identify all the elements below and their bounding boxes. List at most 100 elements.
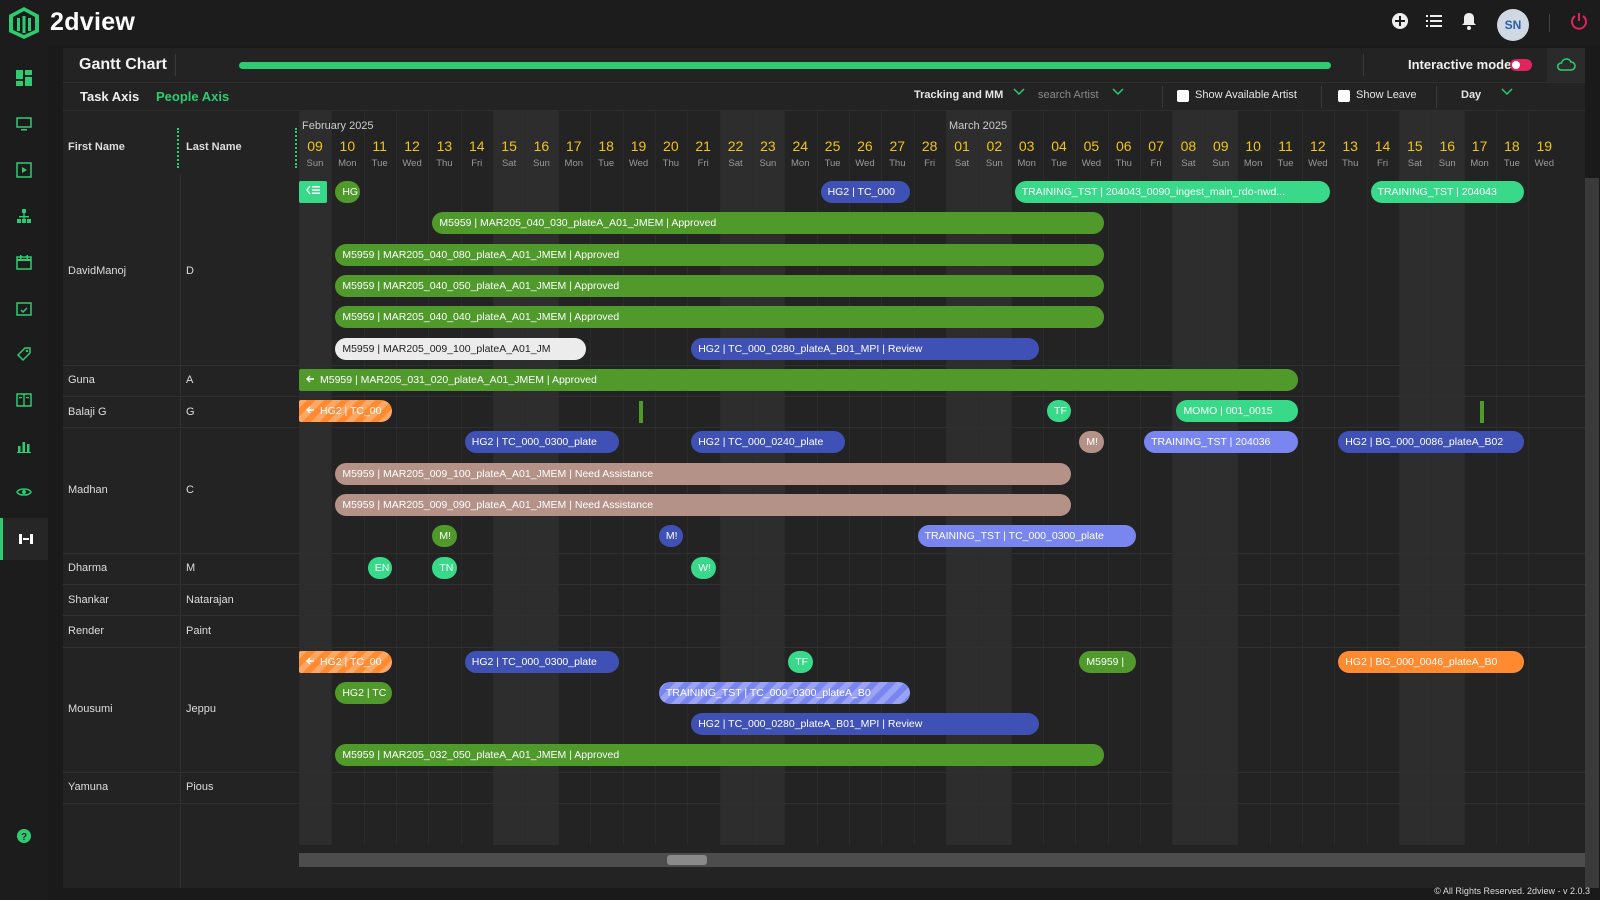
search-artist-input[interactable]: search Artist: [1038, 89, 1099, 101]
gantt-timeline[interactable]: 09 Sun 10 Mon 11 Tue 12 Wed 13 Thu 14 Fri 15 Sat 16 Sun…: [299, 110, 1585, 845]
tag-icon[interactable]: [0, 334, 48, 374]
artist-last-name: M: [186, 562, 196, 575]
chevron-down-icon[interactable]: [1501, 85, 1513, 100]
task-bar[interactable]: TF: [788, 650, 813, 673]
task-bar[interactable]: M5959 | MAR205_009_100_plateA_A01_JM: [335, 337, 587, 360]
vertical-scrollbar[interactable]: [1585, 178, 1599, 888]
day-name: Fri: [1377, 158, 1389, 169]
task-bar[interactable]: TN: [432, 556, 457, 579]
row-divider: [63, 552, 1585, 554]
task-bar[interactable]: HG2 | TC: [335, 681, 393, 704]
add-icon[interactable]: [1389, 12, 1411, 34]
column-resize-handle[interactable]: [177, 128, 179, 168]
tab-task-axis[interactable]: Task Axis: [80, 89, 139, 104]
day-name: Mon: [1243, 158, 1263, 169]
day-number: 21: [695, 138, 711, 154]
column-resize-handle[interactable]: [295, 128, 297, 168]
task-bar[interactable]: HG2 | TC_000_0300_plate: [464, 431, 619, 454]
play-icon[interactable]: [0, 150, 48, 190]
task-bar[interactable]: M5959 | MAR205_031_020_plateA_A01_JMEM |…: [299, 368, 1298, 391]
calendar-check-icon[interactable]: [0, 288, 48, 328]
day-column: [1528, 110, 1560, 845]
dashboard-icon[interactable]: [0, 58, 48, 98]
continues-left-icon: [306, 656, 314, 668]
task-bar[interactable]: MOMO | 001_0015: [1176, 400, 1298, 423]
task-bar[interactable]: HG2 | TC_00: [299, 400, 393, 423]
task-bar-label: HG2 | BG_000_0046_plateA_B0: [1345, 655, 1498, 668]
milestone-marker[interactable]: [638, 401, 643, 424]
task-bar[interactable]: HG2 | TC_000_0300_plate: [464, 650, 619, 673]
task-bar[interactable]: M!: [432, 525, 457, 548]
task-bar[interactable]: HG: [335, 181, 360, 203]
task-bar[interactable]: HG2 | BG_000_0046_plateA_B0: [1338, 650, 1525, 673]
row-divider: [63, 396, 1585, 398]
task-bar[interactable]: M5959 | MAR205_009_090_plateA_A01_JMEM |…: [335, 494, 1072, 516]
day-column: [1204, 110, 1238, 845]
cloud-sync-button[interactable]: [1547, 48, 1585, 82]
list-icon[interactable]: [1423, 12, 1445, 34]
task-bar[interactable]: M5959 |: [1079, 650, 1137, 673]
task-bar[interactable]: TRAINING_TST | 204036: [1144, 431, 1298, 454]
bell-icon[interactable]: [1458, 12, 1480, 34]
task-bar[interactable]: HG2 | TC_000_0240_plate: [691, 431, 845, 454]
scrollbar-thumb[interactable]: [667, 855, 707, 865]
filter-select[interactable]: Tracking and MM: [914, 89, 1003, 101]
day-number: 10: [1245, 138, 1261, 154]
power-icon[interactable]: [1568, 12, 1590, 34]
collapse-menu-icon[interactable]: [306, 185, 320, 198]
task-bar-label: HG2 | TC_00: [320, 405, 382, 418]
task-bar-label: M!: [665, 530, 678, 543]
eye-icon[interactable]: [0, 472, 48, 512]
day-number: 05: [1083, 138, 1100, 154]
hierarchy-icon[interactable]: [0, 196, 48, 236]
task-bar[interactable]: TF: [1047, 400, 1072, 423]
day-name: Tue: [1051, 158, 1068, 169]
task-bar[interactable]: TRAINING_TST | TC_000_0300_plateA_B0: [658, 681, 910, 704]
task-bar[interactable]: TRAINING_TST | TC_000_0300_plate: [917, 525, 1137, 548]
task-bar[interactable]: M5959 | MAR205_032_050_plateA_A01_JMEM |…: [335, 744, 1104, 767]
task-bar[interactable]: [299, 181, 328, 203]
task-bar-label: TRAINING_TST | 204043_0090_ingest_main_r…: [1021, 186, 1286, 198]
task-bar[interactable]: HG2 | TC_000_0280_plateA_B01_MPI | Revie…: [691, 337, 1040, 360]
task-bar[interactable]: W!: [691, 556, 716, 579]
task-bar[interactable]: M5959 | MAR205_040_050_plateA_A01_JMEM |…: [335, 274, 1104, 297]
task-bar[interactable]: M5959 | MAR205_040_030_plateA_A01_JMEM |…: [432, 212, 1104, 235]
horizontal-scrollbar[interactable]: [299, 853, 1585, 867]
task-bar[interactable]: M5959 | MAR205_009_100_plateA_A01_JMEM |…: [335, 462, 1072, 485]
interactive-mode-toggle[interactable]: [1510, 59, 1532, 71]
task-bar[interactable]: TRAINING_TST | 204043_0090_ingest_main_r…: [1014, 181, 1331, 203]
task-bar[interactable]: M5959 | MAR205_040_040_plateA_A01_JMEM |…: [335, 306, 1104, 329]
tab-people-axis[interactable]: People Axis: [156, 89, 229, 104]
task-bar[interactable]: HG2 | TC_000: [820, 181, 910, 203]
task-bar[interactable]: TRAINING_TST | 204043: [1370, 181, 1525, 203]
day-number: 23: [760, 138, 776, 154]
task-bar-label: W!: [698, 561, 712, 574]
row-divider: [63, 771, 1585, 773]
scale-select[interactable]: Day: [1461, 89, 1481, 101]
avatar[interactable]: SN: [1497, 9, 1529, 41]
task-bar[interactable]: HG2 | BG_000_0086_plateA_B02: [1338, 431, 1525, 454]
task-bar[interactable]: M!: [1079, 431, 1104, 454]
task-bar-label: M5959 | MAR205_009_090_plateA_A01_JMEM |…: [342, 499, 654, 511]
calendar-icon[interactable]: [0, 242, 48, 282]
chevron-down-icon[interactable]: [1013, 85, 1025, 100]
chevron-down-icon[interactable]: [1112, 85, 1124, 100]
bar-chart-icon[interactable]: [0, 426, 48, 466]
task-bar[interactable]: EN: [367, 556, 393, 579]
day-number: 04: [1051, 138, 1067, 154]
help-icon[interactable]: ?: [0, 816, 48, 856]
task-bar[interactable]: HG2 | TC_000_0280_plateA_B01_MPI | Revie…: [691, 713, 1040, 736]
task-bar[interactable]: M!: [658, 525, 684, 548]
milestone-marker[interactable]: [1479, 401, 1484, 424]
row-divider: [63, 646, 1585, 648]
day-number: 11: [372, 138, 387, 154]
show-leave-checkbox[interactable]: [1338, 90, 1350, 102]
monitor-icon[interactable]: [0, 104, 48, 144]
gantt-icon[interactable]: [0, 518, 48, 560]
day-column: [1237, 110, 1269, 845]
task-bar[interactable]: M5959 | MAR205_040_080_plateA_A01_JMEM |…: [335, 243, 1104, 266]
task-bar-label: HG2 | TC: [342, 686, 387, 699]
book-icon[interactable]: [0, 380, 48, 420]
task-bar[interactable]: HG2 | TC_00: [299, 650, 393, 673]
show-available-checkbox[interactable]: [1177, 90, 1189, 102]
